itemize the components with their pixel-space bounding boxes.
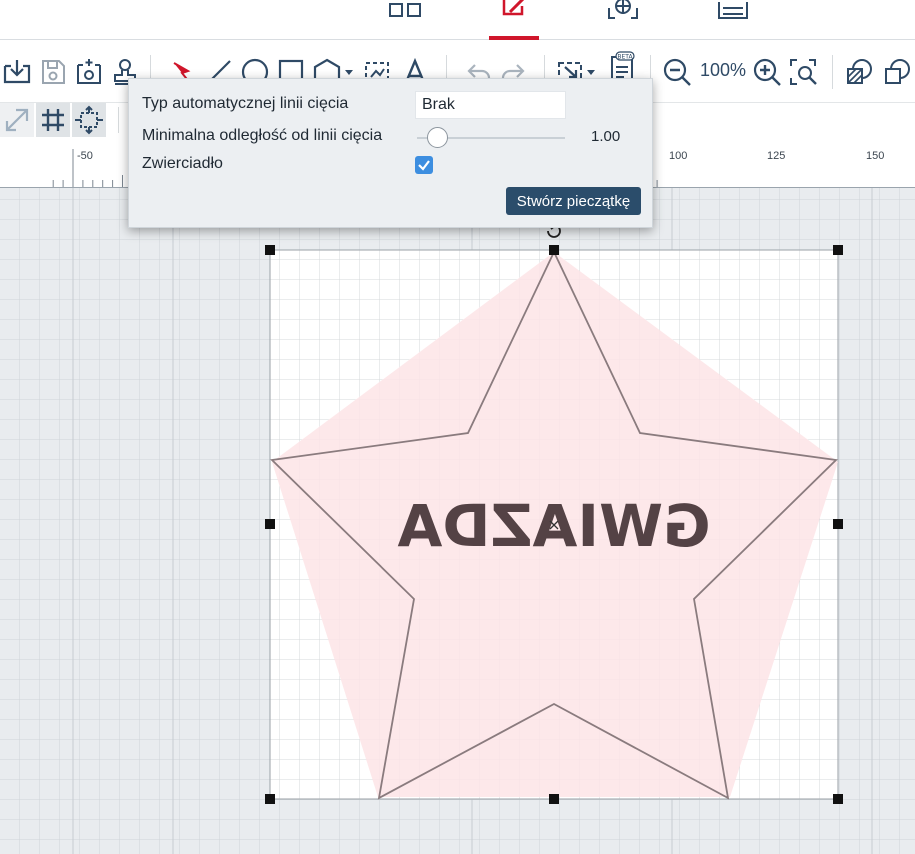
toolbar-separator <box>832 55 833 89</box>
tab-preview[interactable] <box>597 0 649 40</box>
import-button[interactable] <box>0 57 34 87</box>
canvas-drawing: GWIAZDA <box>0 188 915 854</box>
add-image-icon <box>77 59 101 84</box>
min-distance-label: Minimalna odległość od linii cięcia <box>142 127 383 144</box>
mirrored-text-group[interactable]: GWIAZDA <box>397 492 710 560</box>
grid-icon <box>42 109 64 131</box>
fill-pattern-button[interactable] <box>844 57 876 87</box>
zoom-out-button[interactable] <box>662 57 694 87</box>
zoom-fit-button[interactable] <box>788 57 820 87</box>
grid-toggle-button[interactable] <box>36 103 70 137</box>
ruler-label: 100 <box>669 150 688 162</box>
cut-line-type-label: Typ automatycznej linii cięcia <box>142 95 349 112</box>
combine-shapes-icon <box>885 59 910 84</box>
zoom-level: 100% <box>700 60 747 80</box>
checkmark-icon <box>418 160 430 171</box>
mirror-checkbox[interactable] <box>415 156 433 174</box>
stamp-settings-popup: Typ automatycznej linii cięcia Minimalna… <box>128 78 653 228</box>
cart-icon <box>718 2 748 19</box>
cut-line-type-field[interactable] <box>415 91 566 119</box>
pen-edit-icon <box>502 0 525 16</box>
create-stamp-button[interactable]: Stwórz pieczątkę <box>506 187 641 215</box>
import-icon <box>3 60 31 84</box>
snap-align-button[interactable] <box>72 103 106 137</box>
stamp-text[interactable]: GWIAZDA <box>397 492 710 560</box>
tab-layout[interactable] <box>379 0 431 40</box>
toolbar-separator <box>118 107 119 133</box>
zoom-out-icon <box>663 58 691 86</box>
add-image-button[interactable] <box>72 57 106 87</box>
mode-tabs <box>0 0 915 40</box>
design-canvas[interactable]: GWIAZDA <box>0 188 915 854</box>
svg-text:BETA: BETA <box>617 54 633 61</box>
target-icon <box>608 0 638 19</box>
resize-handles-button[interactable] <box>0 103 34 137</box>
mirror-label: Zwierciadło <box>142 155 223 172</box>
save-icon <box>42 60 65 84</box>
align-center-icon <box>75 105 103 135</box>
tab-order[interactable] <box>707 0 759 40</box>
save-button[interactable] <box>38 57 68 87</box>
pattern-fill-icon <box>847 59 872 84</box>
ruler-label: 125 <box>767 150 786 162</box>
min-distance-value: 1.00 <box>591 128 621 145</box>
zoom-in-button[interactable] <box>752 57 784 87</box>
layout-icon <box>389 3 421 17</box>
ruler-label: -50 <box>77 150 93 162</box>
diagonal-resize-icon <box>5 108 29 132</box>
ruler-label: 150 <box>866 150 885 162</box>
zoom-fit-icon <box>790 59 817 85</box>
zoom-in-icon <box>753 58 781 86</box>
min-distance-slider-thumb[interactable] <box>426 127 448 148</box>
combine-shapes-button[interactable] <box>882 57 914 87</box>
tab-design[interactable] <box>489 0 539 40</box>
